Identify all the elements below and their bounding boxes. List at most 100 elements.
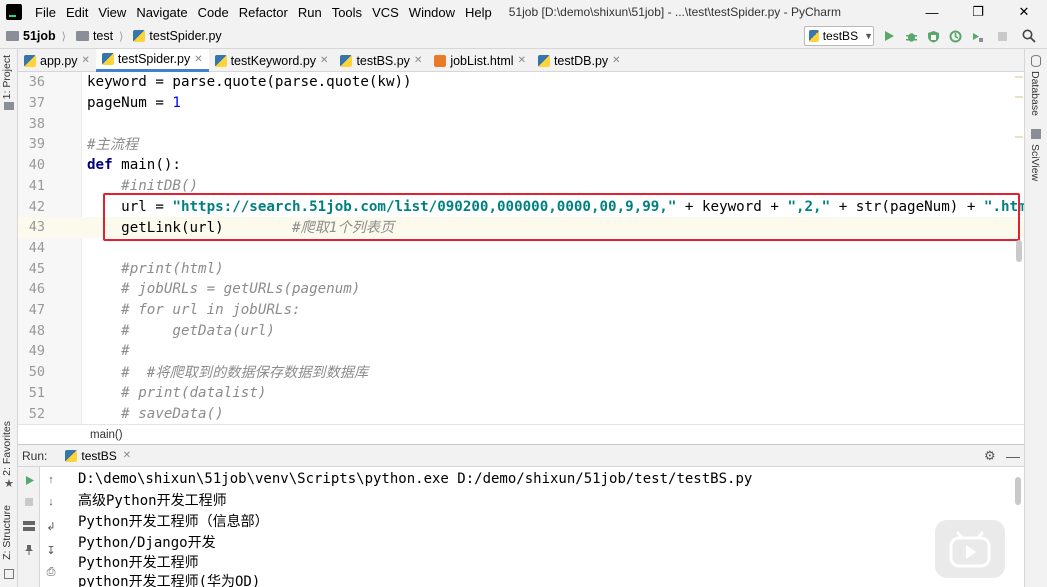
close-icon[interactable]: ✕ — [1001, 0, 1047, 24]
code-text: getLink(url) #爬取1个列表页 — [82, 217, 394, 237]
code-line[interactable]: 37 pageNum = 1 — [18, 93, 1024, 114]
code-line[interactable]: 41 #initDB() — [18, 176, 1024, 197]
video-play-button[interactable] — [935, 520, 1005, 578]
menu-navigate[interactable]: Navigate — [131, 5, 192, 20]
close-tab-icon[interactable]: ✕ — [194, 54, 202, 65]
code-line[interactable]: 44 — [18, 238, 1024, 259]
editor-scrollbar[interactable] — [1014, 72, 1024, 424]
pin-icon[interactable] — [22, 543, 36, 557]
code-token: + keyword + — [676, 198, 788, 215]
code-line[interactable]: 40 def main(): — [18, 155, 1024, 176]
breadcrumb-folder[interactable]: test ⟩ — [75, 29, 127, 43]
code-line[interactable]: 36 keyword = parse.quote(parse.quote(kw)) — [18, 72, 1024, 93]
code-text: # saveData() — [82, 406, 224, 422]
close-tab-icon[interactable]: ✕ — [518, 55, 526, 66]
layout-icon[interactable] — [22, 519, 36, 533]
tab-testbs-py[interactable]: testBS.py ✕ — [334, 49, 428, 72]
close-tab-icon[interactable]: ✕ — [123, 450, 131, 461]
breadcrumb-project[interactable]: 51job ⟩ — [6, 29, 70, 43]
stop-icon[interactable] — [995, 29, 1009, 43]
menu-run[interactable]: Run — [293, 5, 327, 20]
folder-name: test — [92, 29, 114, 43]
menu-edit[interactable]: Edit — [61, 5, 93, 20]
code-token: ",2," — [787, 198, 831, 215]
code-text: # — [82, 343, 130, 359]
python-file-icon — [340, 54, 353, 67]
breadcrumb-file[interactable]: testSpider.py — [133, 29, 222, 43]
code-breadcrumb[interactable]: main() — [18, 424, 1024, 444]
menu-refactor[interactable]: Refactor — [234, 5, 293, 20]
code-line[interactable]: 51 # print(datalist) — [18, 383, 1024, 404]
code-line[interactable]: 42 url = "https://search.51job.com/list/… — [18, 196, 1024, 217]
code-token: pageNum = — [87, 95, 173, 112]
debug-icon[interactable] — [904, 29, 918, 43]
rerun-icon[interactable] — [22, 473, 36, 487]
scroll-to-end-icon[interactable]: ↧ — [44, 543, 58, 557]
breadcrumb-function[interactable]: main() — [90, 429, 123, 441]
close-tab-icon[interactable]: ✕ — [320, 55, 328, 66]
soft-wrap-icon[interactable]: ↲ — [44, 519, 58, 533]
code-line[interactable]: 38 — [18, 113, 1024, 134]
line-number: 45 — [28, 260, 45, 277]
tab-app-py[interactable]: app.py ✕ — [18, 49, 96, 72]
code-text: # #将爬取到的数据保存数据到数据库 — [82, 362, 368, 382]
menu-code[interactable]: Code — [193, 5, 234, 20]
code-editor[interactable]: 36 keyword = parse.quote(parse.quote(kw))… — [18, 72, 1024, 424]
close-tab-icon[interactable]: ✕ — [612, 55, 620, 66]
close-tab-icon[interactable]: ✕ — [414, 55, 422, 66]
tab-testkeyword-py[interactable]: testKeyword.py ✕ — [209, 49, 335, 72]
console-scrollbar[interactable] — [1012, 467, 1024, 587]
minimize-icon[interactable]: — — [909, 0, 955, 24]
stop-icon[interactable] — [22, 495, 36, 509]
run-configuration-select[interactable]: testBS ▼ — [804, 26, 874, 46]
code-token: # #将爬取到的数据保存数据到数据库 — [121, 365, 369, 382]
tab-testdb-py[interactable]: testDB.py ✕ — [532, 49, 627, 72]
menu-vcs[interactable]: VCS — [367, 5, 404, 20]
code-line[interactable]: 50 # #将爬取到的数据保存数据到数据库 — [18, 362, 1024, 383]
tab-testspider-py[interactable]: testSpider.py ✕ — [95, 49, 209, 72]
code-token: # saveData() — [121, 405, 224, 422]
code-line[interactable]: 43 getLink(url) #爬取1个列表页 — [18, 216, 1024, 238]
run-icon[interactable] — [882, 29, 896, 43]
code-token: # for url in jobURLs: — [121, 302, 301, 319]
code-line[interactable]: 45 #print(html) — [18, 258, 1024, 279]
menu-window[interactable]: Window — [404, 5, 460, 20]
code-text: url = "https://search.51job.com/list/090… — [82, 199, 1024, 215]
tool-tab-project[interactable]: 1: Project — [1, 55, 13, 99]
scrollbar-thumb[interactable] — [1015, 477, 1021, 505]
concurrency-icon[interactable] — [970, 29, 984, 43]
scroll-up-icon[interactable]: ↑ — [44, 473, 58, 487]
run-with-coverage-icon[interactable] — [926, 29, 940, 43]
menu-file[interactable]: File — [30, 5, 61, 20]
minimize-panel-icon[interactable]: — — [1006, 448, 1020, 464]
restore-icon[interactable]: ❐ — [955, 0, 1001, 24]
menu-tools[interactable]: Tools — [327, 5, 367, 20]
run-tab-testbs[interactable]: testBS ✕ — [65, 449, 131, 463]
tab-joblist-html[interactable]: jobList.html ✕ — [428, 49, 532, 72]
scroll-down-icon[interactable]: ↓ — [44, 495, 58, 509]
code-line[interactable]: 48 # getData(url) — [18, 320, 1024, 341]
code-line[interactable]: 39 #主流程 — [18, 134, 1024, 155]
search-icon[interactable] — [1022, 29, 1036, 43]
menu-help[interactable]: Help — [460, 5, 497, 20]
editor-tab-bar: app.py ✕ testSpider.py ✕ testKeyword.py … — [18, 49, 1024, 72]
code-line[interactable]: 46 # jobURLs = getURLs(pagenum) — [18, 279, 1024, 300]
gear-icon[interactable]: ⚙ — [984, 448, 996, 464]
code-line[interactable]: 49 # — [18, 341, 1024, 362]
tool-tab-structure[interactable]: Z: Structure — [1, 505, 13, 560]
tool-tab-favorites[interactable]: 2: Favorites — [1, 421, 13, 476]
code-line[interactable]: 52 # saveData() — [18, 403, 1024, 424]
chevron-right-icon: ⟩ — [61, 30, 66, 43]
tool-tab-sciview[interactable]: SciView — [1029, 144, 1041, 181]
scrollbar-thumb[interactable] — [1016, 240, 1022, 262]
python-file-icon — [101, 53, 114, 65]
print-icon[interactable]: ⎙ — [44, 565, 58, 579]
tool-tab-database[interactable]: Database — [1029, 71, 1041, 116]
menu-view[interactable]: View — [93, 5, 131, 20]
profile-icon[interactable] — [948, 29, 962, 43]
code-text: def main(): — [82, 157, 181, 173]
code-text: pageNum = 1 — [82, 95, 181, 111]
close-tab-icon[interactable]: ✕ — [82, 55, 90, 66]
code-line[interactable]: 47 # for url in jobURLs: — [18, 300, 1024, 321]
